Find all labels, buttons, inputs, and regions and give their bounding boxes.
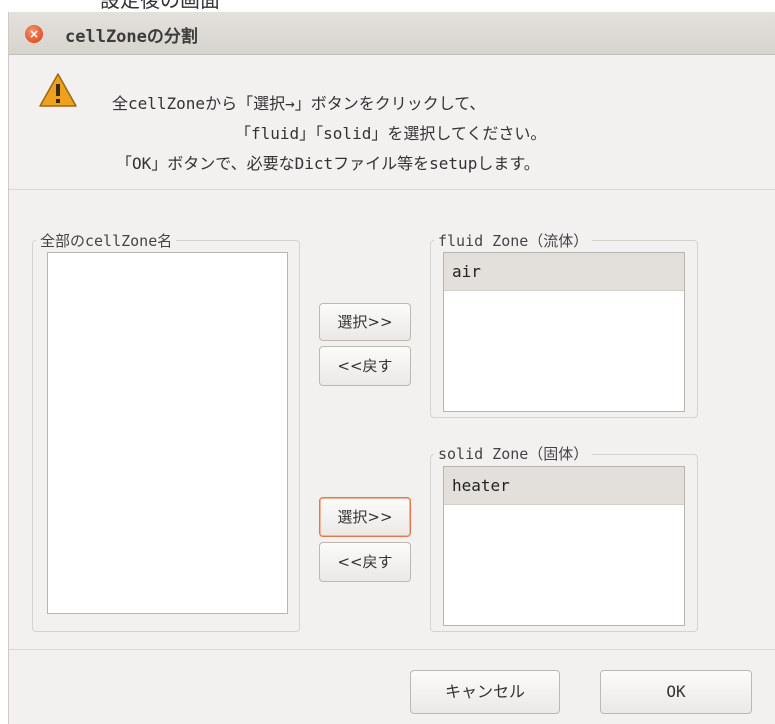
solid-zone-list[interactable]: heater xyxy=(443,466,685,626)
all-zones-list[interactable] xyxy=(47,252,288,614)
window-title: cellZoneの分割 xyxy=(65,27,198,47)
back-solid-button[interactable]: <<戻す xyxy=(319,542,411,582)
ok-button[interactable]: OK xyxy=(600,670,752,714)
list-item[interactable]: air xyxy=(444,253,684,291)
footer-divider xyxy=(9,649,775,650)
all-zones-title: 全部のcellZone名 xyxy=(36,230,177,251)
close-icon[interactable]: × xyxy=(25,25,43,43)
select-fluid-button[interactable]: 選択>> xyxy=(319,303,411,341)
title-bar: × cellZoneの分割 xyxy=(9,12,775,55)
message-line-3: 「OK」ボタンで、必要なDictファイル等をsetupします。 xyxy=(116,154,540,173)
cancel-button[interactable]: キャンセル xyxy=(410,670,560,714)
warning-icon xyxy=(39,72,77,112)
select-solid-button[interactable]: 選択>> xyxy=(319,497,411,537)
fluid-zone-list[interactable]: air xyxy=(443,252,685,412)
solid-zone-title: solid Zone（固体） xyxy=(434,443,593,464)
message-line-1: 全cellZoneから「選択→」ボタンをクリックして、 xyxy=(112,94,486,113)
dialog-window: × cellZoneの分割 全cellZoneから「選択→」ボタンをクリックして… xyxy=(8,12,775,724)
page-caption: 設定後の画面 xyxy=(100,0,220,12)
back-fluid-button[interactable]: <<戻す xyxy=(319,346,411,386)
list-item[interactable]: heater xyxy=(444,467,684,505)
fluid-zone-title: fluid Zone（流体） xyxy=(434,230,593,251)
message-line-2: 「fluid」「solid」を選択してください。 xyxy=(235,124,547,143)
